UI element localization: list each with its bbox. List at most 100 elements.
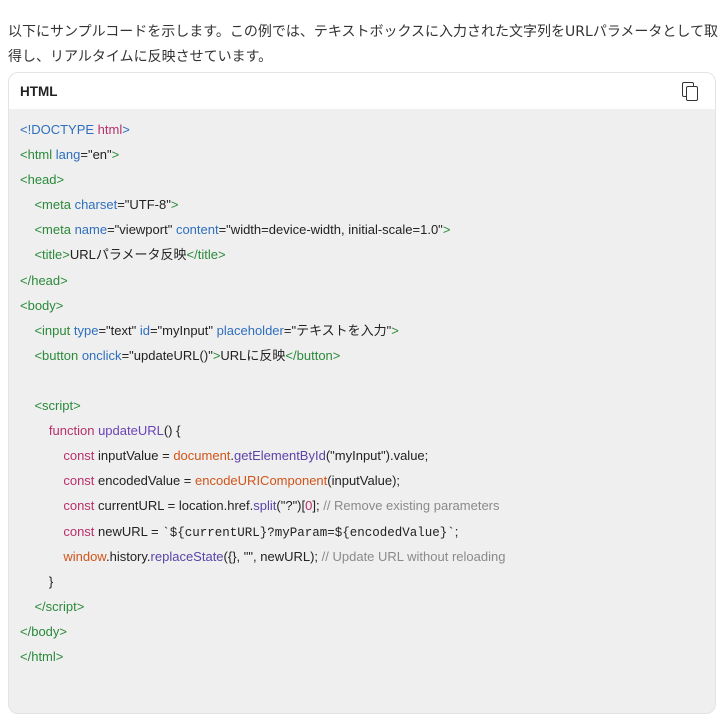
code-token: < [20, 222, 43, 238]
code-block: HTML <!DOCTYPE html> <html lang="en"> <hea… [8, 72, 716, 714]
code-line: } [20, 569, 715, 594]
code-token: id [136, 322, 150, 338]
code-line: </html> [20, 644, 715, 669]
code-token: updateURL [98, 423, 164, 439]
code-token: // Remove existing parameters [323, 498, 500, 514]
code-token: html [31, 648, 56, 664]
code-token: const [20, 448, 95, 464]
code-token: } [20, 573, 54, 589]
code-token: head [31, 272, 61, 288]
code-token: < [20, 247, 43, 263]
code-token: ="text" [98, 322, 137, 338]
code-token: < [20, 147, 28, 163]
code-token: window [20, 548, 106, 564]
code-token: ="width=device-width, initial-scale=1.0" [218, 222, 443, 238]
code-body[interactable]: <!DOCTYPE html> <html lang="en"> <head> <m… [9, 109, 715, 669]
code-token: split [253, 498, 277, 514]
code-token: </ [20, 623, 32, 639]
code-line: function updateURL() { [20, 418, 715, 443]
code-line: <meta name="viewport" content="width=dev… [20, 217, 715, 242]
code-token: ("?")[ [276, 498, 306, 514]
code-token: meta [42, 222, 71, 238]
code-token: </ [20, 648, 32, 664]
code-token: title [197, 247, 218, 263]
code-token: ]; [312, 498, 324, 514]
code-token: placeholder [213, 322, 284, 338]
code-token: button [42, 347, 79, 363]
code-token: ({}, "", newURL); [223, 548, 322, 564]
code-token: inputValue = [94, 448, 174, 464]
code-token: ; [454, 523, 459, 539]
code-token: > [62, 247, 70, 263]
code-token: > [332, 347, 341, 363]
code-token: replaceState [150, 548, 224, 564]
code-token: < [20, 197, 43, 213]
code-token: < [20, 322, 43, 338]
code-token: > [55, 297, 64, 313]
code-line: const inputValue = document.getElementBy… [20, 443, 715, 468]
code-token: > [442, 222, 451, 238]
code-line: </head> [20, 268, 715, 293]
code-token: ="viewport" [107, 222, 173, 238]
code-line: <input type="text" id="myInput" placehol… [20, 318, 715, 343]
code-token: > [60, 272, 68, 288]
code-line: <!DOCTYPE html> [20, 117, 715, 142]
code-token: encodeURIComponent [195, 473, 328, 489]
code-token: </ [186, 247, 198, 263]
code-token: > [73, 398, 81, 414]
code-line: <meta charset="UTF-8"> [20, 192, 715, 217]
code-token: > [111, 147, 120, 163]
code-token: > [391, 322, 399, 338]
code-token: content [172, 222, 219, 238]
code-token: ="myInput" [149, 322, 214, 338]
code-token: </ [285, 347, 297, 363]
code-token: URLパラメータ反映 [69, 247, 187, 263]
code-token: html [27, 147, 53, 163]
code-token: </ [20, 272, 32, 288]
code-token: currentURL = location.href. [94, 498, 254, 514]
copy-icon[interactable] [679, 80, 701, 102]
code-language-label: HTML [20, 83, 58, 99]
code-token: URLに反映 [220, 347, 286, 363]
code-token: input [42, 322, 71, 338]
code-token: < [20, 347, 43, 363]
code-token: > [59, 623, 68, 639]
code-token: const [20, 473, 95, 489]
code-token: ="en" [80, 147, 112, 163]
intro-paragraph: 以下にサンプルコードを示します。この例では、テキストボックスに入力された文字列を… [8, 24, 718, 65]
code-token: name [70, 222, 108, 238]
code-token: newURL = [94, 523, 163, 539]
code-token: script [45, 598, 77, 614]
code-line: window.history.replaceState({}, "", newU… [20, 544, 715, 569]
code-token: script [42, 398, 74, 414]
code-line: <button onclick="updateURL()">URLに反映</bu… [20, 343, 715, 368]
code-token: head [27, 172, 57, 188]
code-token: title [42, 247, 63, 263]
code-token: ("myInput").value; [325, 448, 429, 464]
code-token: < [20, 172, 28, 188]
code-token: ="UTF-8" [117, 197, 171, 213]
code-token: encodedValue = [94, 473, 196, 489]
code-line: const newURL = `${currentURL}?myParam=${… [20, 519, 715, 544]
code-token: lang [52, 147, 81, 163]
code-token: meta [42, 197, 71, 213]
code-token: html [97, 122, 123, 137]
code-token: function [20, 423, 95, 439]
code-token: type [70, 322, 99, 338]
code-token: > [56, 172, 65, 188]
code-token: ="updateURL()" [121, 347, 213, 363]
code-token: <!DOCTYPE [20, 122, 98, 137]
code-token: > [170, 197, 179, 213]
code-token: > [55, 648, 64, 664]
code-line: <script> [20, 393, 715, 418]
code-line: </body> [20, 619, 715, 644]
code-line: const currentURL = location.href.split("… [20, 493, 715, 518]
code-token: > [76, 598, 85, 614]
code-token: getElementById [234, 448, 326, 464]
code-token: < [20, 398, 43, 414]
code-token: const [20, 523, 95, 539]
code-token: ="テキストを入力" [283, 322, 392, 338]
code-token: > [122, 122, 130, 137]
code-token: .history. [105, 548, 151, 564]
